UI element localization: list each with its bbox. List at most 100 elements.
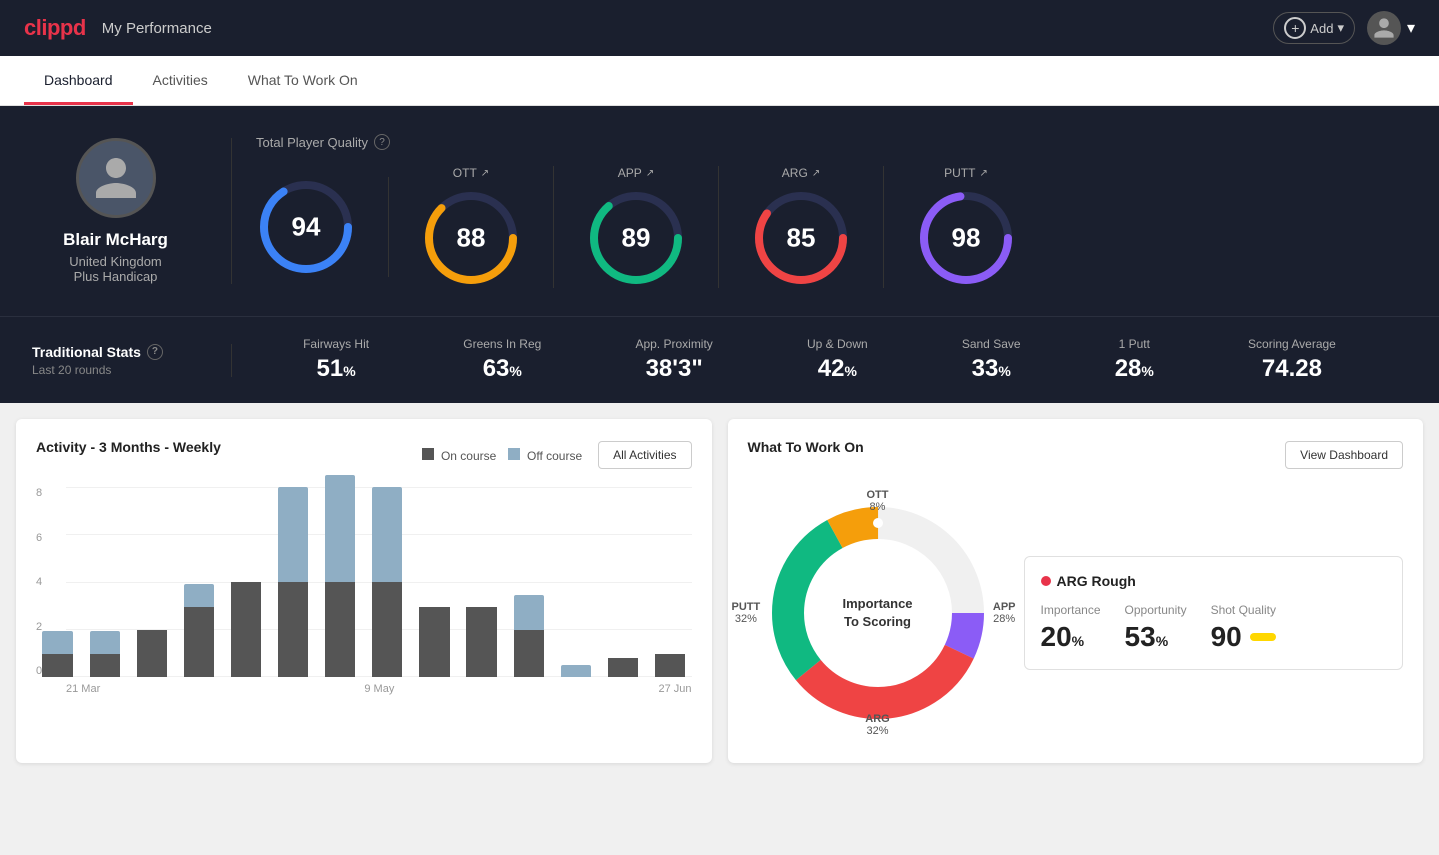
bar-group bbox=[507, 595, 550, 677]
putt-segment-label: PUTT 32% bbox=[732, 601, 761, 625]
putt-circle: 98 bbox=[916, 188, 1016, 288]
donut-center-label: Importance To Scoring bbox=[842, 595, 912, 631]
main-score-circle: 94 bbox=[256, 177, 356, 277]
chart-legend: On course Off course bbox=[422, 448, 582, 463]
tab-activities[interactable]: Activities bbox=[133, 56, 228, 105]
ott-score-item: OTT ↗ 88 bbox=[389, 166, 554, 288]
putt-arrow-icon: ↗ bbox=[979, 168, 987, 179]
arg-circle: 85 bbox=[751, 188, 851, 288]
stats-label-section: Traditional Stats ? Last 20 rounds bbox=[32, 344, 232, 377]
activity-panel: Activity - 3 Months - Weekly On course O… bbox=[16, 419, 712, 763]
header-left: clippd My Performance bbox=[24, 15, 212, 41]
bar-group bbox=[460, 607, 503, 677]
player-handicap: Plus Handicap bbox=[74, 269, 158, 284]
off-course-legend-dot bbox=[508, 448, 520, 460]
shot-quality-bar: 90 bbox=[1211, 621, 1276, 653]
bar-group bbox=[36, 631, 79, 677]
avatar-chevron-icon: ▾ bbox=[1407, 18, 1415, 38]
total-quality-label: Total Player Quality ? bbox=[256, 134, 1383, 150]
chart-area: 8 6 4 2 0 bbox=[36, 487, 692, 707]
arg-segment-label: ARG 32% bbox=[865, 713, 889, 737]
putt-label: PUTT ↗ bbox=[944, 166, 988, 180]
wtwo-title: What To Work On bbox=[748, 439, 864, 455]
app-segment-label: APP 28% bbox=[993, 601, 1016, 625]
chart-title: Activity - 3 Months - Weekly bbox=[36, 439, 221, 455]
logo: clippd bbox=[24, 15, 86, 41]
detail-card-title: ARG Rough bbox=[1041, 573, 1387, 589]
stats-help-icon[interactable]: ? bbox=[147, 344, 163, 360]
shot-quality-metric: Shot Quality 90 bbox=[1211, 603, 1276, 653]
player-info: Blair McHarg United Kingdom Plus Handica… bbox=[32, 138, 232, 284]
add-chevron-icon: ▾ bbox=[1337, 20, 1344, 36]
stat-proximity: App. Proximity 38'3" bbox=[635, 337, 712, 383]
bar-group bbox=[366, 487, 409, 677]
bar-group bbox=[272, 487, 315, 677]
add-button[interactable]: + Add ▾ bbox=[1273, 12, 1355, 44]
chart-header: Activity - 3 Months - Weekly On course O… bbox=[36, 439, 692, 471]
opportunity-metric: Opportunity 53% bbox=[1125, 603, 1187, 653]
app-label: APP ↗ bbox=[618, 166, 654, 180]
main-score-value: 94 bbox=[292, 212, 321, 243]
player-photo-icon bbox=[91, 153, 141, 203]
player-name: Blair McHarg bbox=[63, 230, 168, 250]
stat-sandsave: Sand Save 33% bbox=[962, 337, 1021, 383]
stat-updown: Up & Down 42% bbox=[807, 337, 868, 383]
arg-label: ARG ↗ bbox=[782, 166, 820, 180]
nav-tabs: Dashboard Activities What To Work On bbox=[0, 56, 1439, 106]
bar-group bbox=[413, 607, 456, 677]
arg-arrow-icon: ↗ bbox=[812, 168, 820, 179]
bar-group bbox=[224, 582, 267, 677]
bar-group bbox=[319, 475, 362, 677]
donut-chart: Importance To Scoring OTT 8% APP 28% ARG… bbox=[748, 483, 1008, 743]
stat-oneputt: 1 Putt 28% bbox=[1115, 337, 1154, 383]
scores-section: Total Player Quality ? 94 OTT ↗ bbox=[232, 134, 1407, 288]
arg-value: 85 bbox=[787, 223, 816, 254]
chart-bars bbox=[36, 487, 692, 677]
app-score-item: APP ↗ 89 bbox=[554, 166, 719, 288]
player-avatar bbox=[76, 138, 156, 218]
shot-quality-progress bbox=[1250, 633, 1276, 641]
stats-subtitle: Last 20 rounds bbox=[32, 363, 199, 377]
bar-group bbox=[177, 584, 220, 677]
header-right: + Add ▾ ▾ bbox=[1273, 11, 1415, 45]
bar-group bbox=[601, 658, 644, 677]
bar-group bbox=[648, 654, 691, 677]
view-dashboard-button[interactable]: View Dashboard bbox=[1285, 441, 1403, 469]
stat-greens: Greens In Reg 63% bbox=[463, 337, 541, 383]
player-country: United Kingdom bbox=[69, 254, 162, 269]
tab-dashboard[interactable]: Dashboard bbox=[24, 56, 133, 105]
tab-what-to-work-on[interactable]: What To Work On bbox=[228, 56, 378, 105]
stat-fairways: Fairways Hit 51% bbox=[303, 337, 369, 383]
total-quality-help-icon[interactable]: ? bbox=[374, 134, 390, 150]
bottom-panels: Activity - 3 Months - Weekly On course O… bbox=[0, 403, 1439, 779]
putt-score-item: PUTT ↗ 98 bbox=[884, 166, 1048, 288]
user-icon bbox=[1372, 16, 1396, 40]
app-arrow-icon: ↗ bbox=[646, 168, 654, 179]
ott-segment-label: OTT 8% bbox=[867, 489, 889, 513]
ott-value: 88 bbox=[457, 223, 486, 254]
detail-metrics: Importance 20% Opportunity 53% Shot Qual… bbox=[1041, 603, 1387, 653]
main-score-item: 94 bbox=[256, 177, 389, 277]
what-to-work-on-panel: What To Work On View Dashboard bbox=[728, 419, 1424, 763]
stat-scoring: Scoring Average 74.28 bbox=[1248, 337, 1336, 383]
traditional-stats: Traditional Stats ? Last 20 rounds Fairw… bbox=[0, 316, 1439, 403]
app-circle: 89 bbox=[586, 188, 686, 288]
header: clippd My Performance + Add ▾ ▾ bbox=[0, 0, 1439, 56]
avatar-button[interactable]: ▾ bbox=[1367, 11, 1415, 45]
wtwo-header: What To Work On View Dashboard bbox=[748, 439, 1404, 471]
stats-title: Traditional Stats ? bbox=[32, 344, 199, 360]
bar-group bbox=[83, 631, 126, 677]
plus-circle-icon: + bbox=[1284, 17, 1306, 39]
putt-value: 98 bbox=[952, 223, 981, 254]
stats-values: Fairways Hit 51% Greens In Reg 63% App. … bbox=[232, 337, 1407, 383]
header-title: My Performance bbox=[102, 20, 212, 37]
all-activities-button[interactable]: All Activities bbox=[598, 441, 691, 469]
app-value: 89 bbox=[622, 223, 651, 254]
importance-metric: Importance 20% bbox=[1041, 603, 1101, 653]
red-dot-icon bbox=[1041, 576, 1051, 586]
ott-label: OTT ↗ bbox=[453, 166, 489, 180]
bar-group bbox=[554, 665, 597, 677]
score-circles: 94 OTT ↗ 88 APP bbox=[256, 166, 1383, 288]
wtwo-content: Importance To Scoring OTT 8% APP 28% ARG… bbox=[748, 483, 1404, 743]
avatar bbox=[1367, 11, 1401, 45]
